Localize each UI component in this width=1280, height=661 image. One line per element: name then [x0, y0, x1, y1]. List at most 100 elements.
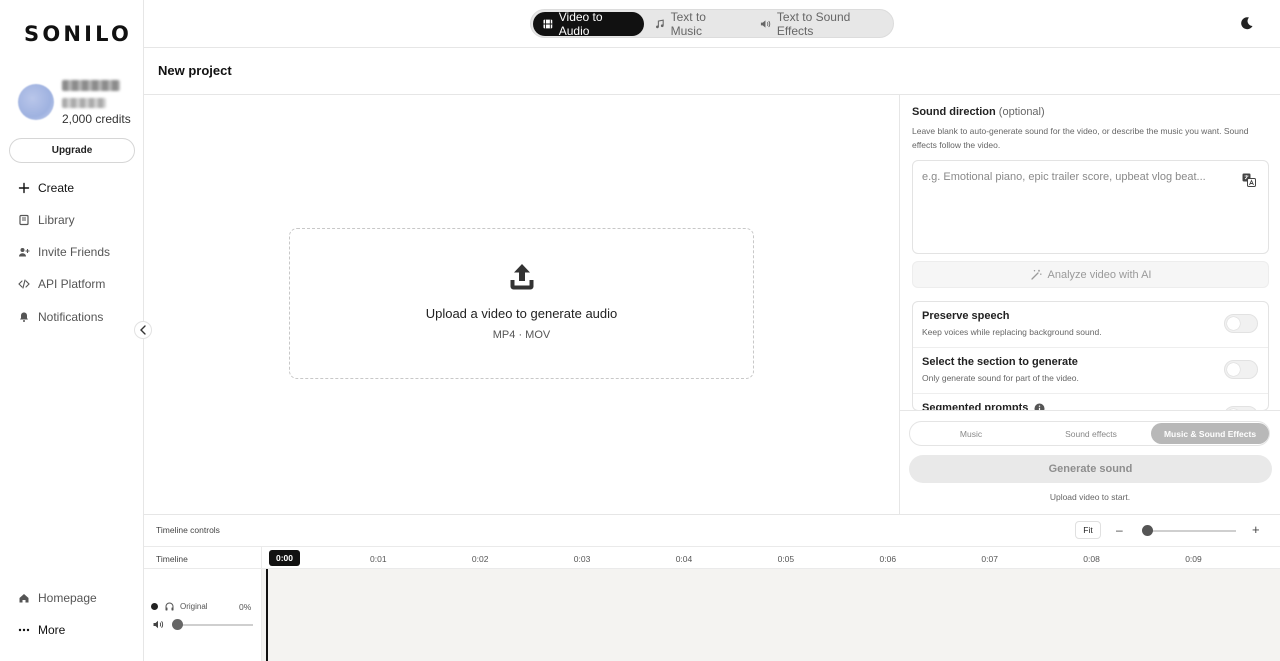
upload-title: Upload a video to generate audio — [425, 306, 618, 321]
home-icon — [18, 592, 30, 604]
playhead[interactable] — [266, 569, 268, 661]
toggle-knob — [1227, 317, 1240, 330]
sidebar-item-label: Create — [38, 181, 75, 195]
generate-hint: Upload video to start. — [1049, 492, 1131, 502]
video-upload-dropzone[interactable]: Upload a video to generate audio MP4 · M… — [289, 228, 754, 379]
tab-label: Video to Audio — [558, 10, 603, 38]
analyze-label: Analyze video with AI — [1047, 268, 1152, 281]
optional-tag: (optional) — [998, 106, 1045, 118]
upload-formats: MP4 · MOV — [492, 329, 551, 341]
sidebar-item-label: Invite Friends — [38, 245, 111, 259]
upgrade-button[interactable]: Upgrade — [9, 138, 135, 163]
sidebar-item-label: Notifications — [38, 310, 104, 324]
sidebar-item-library[interactable]: Library — [18, 210, 75, 230]
option-preserve-speech: Preserve speech Keep voices while replac… — [913, 302, 1268, 348]
magic-wand-icon — [1030, 269, 1042, 280]
project-title[interactable]: New project — [158, 63, 232, 78]
timeline-tick: 0:09 — [1185, 554, 1202, 564]
zoom-slider-thumb[interactable] — [1142, 525, 1153, 536]
analyze-video-button[interactable]: Analyze video with AI — [912, 261, 1269, 288]
speaker-icon — [760, 20, 771, 28]
sound-direction-description: Leave blank to auto-generate sound for t… — [912, 126, 1249, 150]
timeline-ruler[interactable]: 0:00 0:01 0:02 0:03 0:04 0:05 0:06 0:07 0:08 0:09 — [261, 547, 1280, 569]
prompt-placeholder: e.g. Emotional piano, epic trailer score… — [922, 171, 1206, 183]
volume-slider-thumb[interactable] — [172, 619, 183, 630]
sidebar: SONILO 2,000 credits Upgrade Create Libr… — [0, 0, 144, 661]
tab-video-to-audio[interactable]: Video to Audio — [533, 10, 644, 38]
tab-text-to-music[interactable]: Text to Music — [645, 10, 748, 38]
timeline-tick: 0:00 — [269, 550, 301, 566]
chevron-left-icon — [140, 325, 146, 335]
tab-label: Text to Sound Effects — [776, 10, 851, 38]
dots-icon — [18, 624, 30, 636]
user-name-blurred — [62, 80, 120, 91]
option-segmented-prompts: Segmented prompts — [913, 394, 1268, 410]
generate-sound-button[interactable]: Generate sound — [909, 455, 1272, 483]
moon-icon — [1241, 17, 1253, 30]
sound-direction-input[interactable]: e.g. Emotional piano, epic trailer score… — [912, 160, 1269, 254]
book-icon — [18, 214, 30, 226]
option-title: Select the section to generate — [922, 356, 1078, 368]
avatar[interactable] — [18, 84, 54, 120]
user-plus-icon — [18, 246, 30, 258]
timeline-header: Timeline 0:00 0:01 0:02 0:03 0:04 0:05 0:06 0:0… — [144, 546, 1280, 569]
sound-type-switch: Music Sound effects Music & Sound Effect… — [909, 421, 1270, 446]
track-name: Original — [180, 602, 208, 611]
translate-icon[interactable] — [1242, 173, 1256, 187]
tab-sound-effects[interactable]: Sound effects — [1032, 423, 1150, 444]
zoom-in-button[interactable]: + — [1252, 522, 1260, 537]
generation-panel: Sound direction (optional) Leave blank t… — [899, 95, 1280, 514]
timeline-controls-label: Timeline controls — [156, 525, 220, 535]
sidebar-item-label: More — [38, 623, 66, 637]
fit-button[interactable]: Fit — [1075, 521, 1101, 539]
credits-count: 2,000 credits — [62, 112, 131, 126]
top-bar: Video to Audio Text to Music Text to Sou… — [144, 0, 1280, 48]
toggle-knob — [1227, 363, 1240, 376]
volume-slider-track[interactable] — [174, 624, 253, 626]
timeline-tick: 0:05 — [777, 554, 795, 564]
select-section-toggle[interactable] — [1224, 360, 1258, 379]
timeline-tick: 0:07 — [981, 554, 998, 564]
upload-icon — [510, 264, 534, 290]
sidebar-item-more[interactable]: More — [18, 620, 65, 640]
zoom-out-button[interactable]: – — [1116, 523, 1123, 537]
option-description: Keep voices while replacing background s… — [922, 327, 1102, 337]
timeline-tick: 0:03 — [573, 554, 591, 564]
preserve-speech-toggle[interactable] — [1224, 314, 1258, 333]
option-description: Only generate sound for part of the vide… — [922, 373, 1079, 383]
volume-icon[interactable] — [153, 620, 164, 629]
sidebar-item-homepage[interactable]: Homepage — [18, 588, 97, 608]
bell-icon — [18, 311, 30, 323]
plus-icon — [18, 182, 30, 194]
user-email-blurred — [62, 98, 106, 108]
track-area[interactable] — [261, 569, 1280, 661]
sound-direction-heading: Sound direction — [912, 106, 996, 118]
sidebar-item-notifications[interactable]: Notifications — [18, 307, 103, 327]
timeline-tick: 0:06 — [879, 554, 897, 564]
timeline-panel: Timeline controls Fit – + Timeline 0:00 0… — [144, 514, 1280, 661]
options-list: Preserve speech Keep voices while replac… — [912, 301, 1269, 411]
theme-toggle-button[interactable] — [1240, 16, 1254, 30]
timeline-tick: 0:08 — [1083, 554, 1100, 564]
sidebar-item-api-platform[interactable]: API Platform — [18, 274, 105, 294]
option-select-section: Select the section to generate Only gene… — [913, 348, 1268, 394]
sidebar-item-label: Homepage — [38, 591, 97, 605]
film-icon — [543, 19, 553, 29]
code-icon — [18, 278, 30, 290]
panel-divider — [900, 410, 1280, 411]
sidebar-item-invite-friends[interactable]: Invite Friends — [18, 242, 110, 262]
sidebar-item-label: Library — [38, 213, 75, 227]
timeline-tick: 0:04 — [675, 554, 693, 564]
mode-switch: Video to Audio Text to Music Text to Sou… — [530, 9, 894, 38]
collapse-sidebar-button[interactable] — [134, 321, 152, 339]
tab-text-to-sound-effects[interactable]: Text to Sound Effects — [750, 10, 890, 38]
sidebar-item-create[interactable]: Create — [18, 178, 74, 198]
headphones-icon[interactable] — [165, 602, 174, 611]
zoom-slider-track[interactable] — [1147, 530, 1236, 532]
tab-music[interactable]: Music — [912, 423, 1030, 444]
project-bar: New project — [144, 48, 1280, 95]
sidebar-item-label: API Platform — [38, 277, 106, 291]
option-title: Preserve speech — [922, 310, 1010, 322]
app-logo[interactable]: SONILO — [24, 22, 132, 46]
tab-music-and-sound-effects[interactable]: Music & Sound Effects — [1151, 423, 1269, 444]
